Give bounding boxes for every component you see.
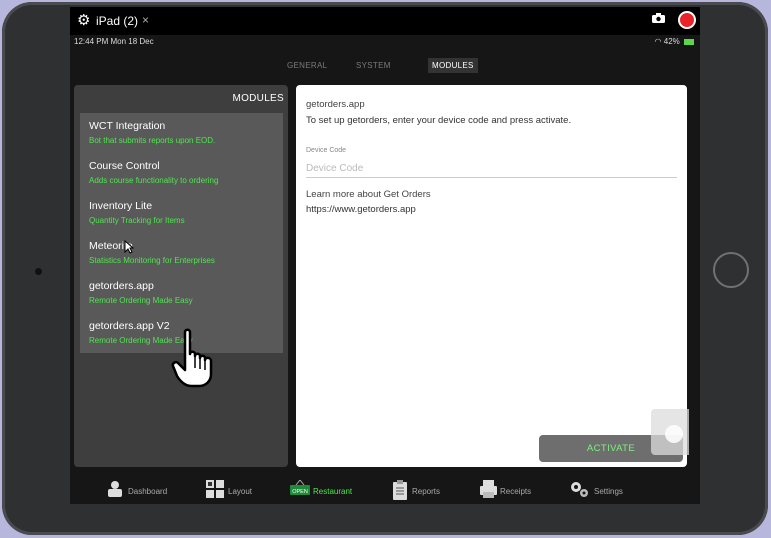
close-tab-button[interactable]: × [142,13,149,27]
nav-reports[interactable]: Reports [392,480,462,500]
module-getorders-app[interactable]: getorders.app Remote Ordering Made Easy [80,273,283,313]
clipboard-icon [393,480,407,500]
module-detail-panel: getorders.app To set up getorders, enter… [296,85,687,467]
assistive-touch-button[interactable] [651,409,689,455]
ios-status-bar: 12:44 PM Mon 18 Dec ◠ 42% [70,35,700,49]
open-badge: OPEN [292,489,308,495]
tab-general[interactable]: GENERAL [283,58,331,73]
module-wct-integration[interactable]: WCT Integration Bot that submits reports… [80,113,283,153]
device-code-input[interactable] [306,159,677,178]
simulator-title: iPad (2) [96,14,139,28]
screenshot-camera-icon[interactable] [652,13,665,23]
bottom-nav: Dashboard Layout OPEN Restaurant Reports… [70,475,700,504]
wifi-icon: ◠ [654,37,662,46]
simulator-title-bar: ⚙ iPad (2) × [70,7,700,35]
nav-label: Dashboard [128,487,168,496]
module-name: getorders.app [89,280,154,292]
learn-more-text: Learn more about Get Orders [306,189,431,200]
module-meteorite[interactable]: Meteorite Statistics Monitoring for Ente… [80,233,283,273]
ipad-screen: ⚙ iPad (2) × 12:44 PM Mon 18 Dec ◠ 42% G… [70,7,700,504]
modules-list: WCT Integration Bot that submits reports… [80,113,283,353]
nav-label: Receipts [500,487,532,496]
module-desc: Quantity Tracking for Items [89,216,185,225]
front-camera [35,268,42,275]
modules-header: MODULES [232,93,284,104]
nav-label: Restaurant [313,487,353,496]
gears-icon [571,482,588,497]
device-code-label: Device Code [306,147,347,154]
open-sign-icon: OPEN [290,480,310,495]
nav-restaurant[interactable]: OPEN Restaurant [290,480,370,500]
module-name: WCT Integration [89,120,166,132]
battery-icon [684,38,694,45]
tab-system[interactable]: SYSTEM [352,58,395,73]
tab-modules[interactable]: MODULES [428,58,478,73]
nav-label: Layout [228,487,253,496]
nav-settings[interactable]: Settings [570,480,640,500]
record-button[interactable] [678,11,696,29]
module-desc: Adds course functionality to ordering [89,176,219,185]
detail-description: To set up getorders, enter your device c… [306,115,572,126]
modules-panel: MODULES WCT Integration Bot that submits… [74,85,288,467]
module-desc: Bot that submits reports upon EOD. [89,136,216,145]
status-right: ◠ 42% [655,37,694,46]
battery-percent: 42% [663,37,680,46]
settings-tabs: GENERAL SYSTEM MODULES [70,58,700,74]
module-name: Inventory Lite [89,200,153,212]
gear-icon[interactable]: ⚙ [77,11,90,29]
detail-title: getorders.app [306,99,365,110]
module-name: Course Control [89,160,160,172]
dashboard-icon [108,481,122,497]
module-inventory-lite[interactable]: Inventory Lite Quantity Tracking for Ite… [80,193,283,233]
nav-layout[interactable]: Layout [206,480,270,500]
nav-dashboard[interactable]: Dashboard [106,480,186,500]
home-button[interactable] [713,252,749,288]
module-name: getorders.app V2 [89,320,170,332]
getorders-link[interactable]: https://www.getorders.app [306,204,416,215]
module-desc: Remote Ordering Made Easy [89,296,193,305]
layout-icon [206,480,224,498]
nav-receipts[interactable]: Receipts [480,480,550,500]
receipt-printer-icon [480,480,497,498]
module-course-control[interactable]: Course Control Adds course functionality… [80,153,283,193]
module-desc: Statistics Monitoring for Enterprises [89,256,215,265]
nav-label: Reports [412,487,441,496]
arrow-cursor-icon [124,240,134,254]
hand-pointer-icon [171,328,213,388]
nav-label: Settings [594,487,623,496]
status-time: 12:44 PM Mon 18 Dec [74,37,154,46]
